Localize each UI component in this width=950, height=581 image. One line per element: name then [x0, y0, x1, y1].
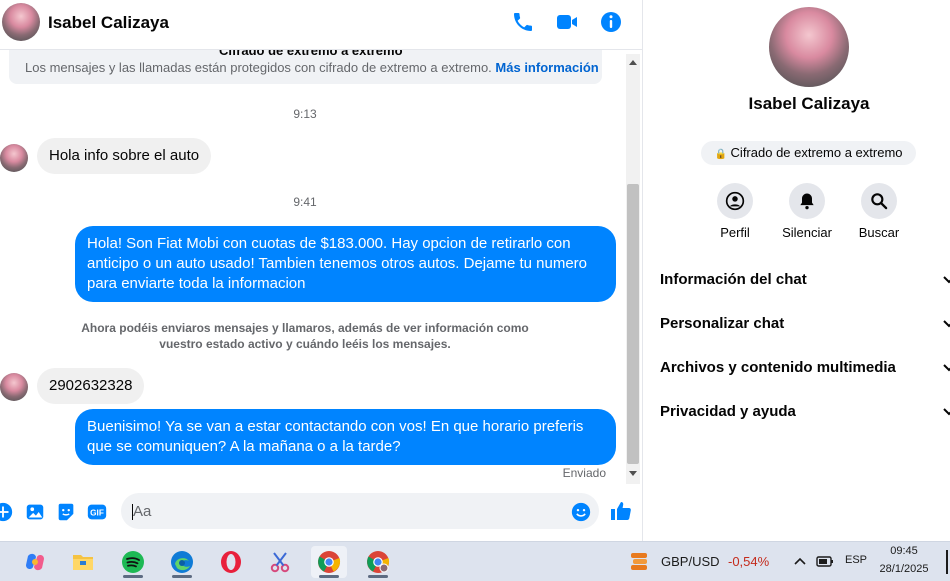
spotify-icon	[122, 551, 144, 573]
bell-icon	[800, 193, 814, 210]
incoming-message[interactable]: Hola info sobre el auto	[37, 138, 212, 174]
section-label: Personalizar chat	[660, 315, 785, 332]
stock-ticker-icon[interactable]	[628, 550, 652, 574]
copilot-icon	[26, 553, 44, 571]
running-indicator	[319, 575, 339, 578]
edge-icon	[171, 551, 193, 573]
scroll-up-arrow[interactable]	[629, 60, 637, 65]
ticker-change[interactable]: -0,54%	[728, 554, 769, 569]
profile-name: Isabel Calizaya	[748, 94, 870, 113]
timestamp: 9:41	[293, 195, 317, 209]
chevron-down-icon	[943, 276, 950, 284]
gif-icon[interactable]: GIF	[86, 501, 108, 523]
video-call-icon[interactable]	[555, 10, 579, 34]
battery-plugged-icon[interactable]	[816, 554, 834, 568]
copilot-app[interactable]	[17, 546, 53, 578]
encryption-badge: 🔒 Cifrado de extremo a extremo	[701, 141, 916, 165]
contact-avatar[interactable]	[2, 3, 40, 41]
section-chat-info[interactable]: Información del chat	[660, 260, 950, 300]
chevron-down-icon	[943, 364, 950, 372]
encryption-notice-text: Los mensajes y las llamadas están proteg…	[25, 60, 492, 75]
chevron-up-icon[interactable]	[794, 556, 806, 566]
text-cursor	[132, 504, 133, 520]
sent-status: Enviado	[562, 466, 606, 480]
chrome-app-active[interactable]	[311, 546, 347, 578]
image-icon[interactable]	[24, 501, 46, 523]
app-window: Isabel Calizaya Cifrado de extremo a ext…	[0, 0, 950, 581]
running-indicator	[172, 575, 192, 578]
chrome-icon	[318, 551, 341, 573]
mute-action[interactable]: Silenciar	[772, 183, 842, 240]
clock-date[interactable]: 28/1/2025	[874, 563, 934, 575]
chat-panel: Isabel Calizaya Cifrado de extremo a ext…	[0, 0, 643, 541]
scroll-down-arrow[interactable]	[629, 471, 637, 476]
running-indicator	[123, 575, 143, 578]
opera-app[interactable]	[213, 546, 249, 578]
ticker-symbol[interactable]: GBP/USD	[661, 554, 720, 569]
chrome-icon	[367, 551, 390, 573]
section-label: Información del chat	[660, 271, 807, 288]
chevron-down-icon	[943, 320, 950, 328]
phone-icon[interactable]	[511, 10, 535, 34]
search-action[interactable]: Buscar	[844, 183, 914, 240]
mute-action-label: Silenciar	[782, 225, 832, 240]
lock-icon: 🔒	[714, 149, 727, 160]
chevron-down-icon	[943, 408, 950, 416]
section-label: Privacidad y ayuda	[660, 403, 796, 420]
conversation-info-panel: Isabel Calizaya 🔒 Cifrado de extremo a e…	[644, 0, 950, 541]
encryption-title: Cifrado de extremo a extremo	[219, 50, 403, 58]
folder-icon	[73, 555, 93, 570]
edge-app[interactable]	[164, 546, 200, 578]
search-action-label: Buscar	[858, 225, 900, 240]
composer: GIF	[0, 485, 642, 541]
profile-avatar[interactable]	[769, 7, 849, 87]
chrome-profile-app[interactable]	[360, 546, 396, 578]
message-input[interactable]	[121, 493, 599, 529]
input-language[interactable]: ESP	[845, 554, 867, 566]
scissors-icon	[270, 552, 290, 573]
system-message: Ahora podéis enviaros mensajes y llamaro…	[81, 321, 529, 351]
outgoing-message[interactable]: Buenisimo! Ya se van a estar contactando…	[75, 409, 616, 465]
sender-avatar[interactable]	[0, 144, 28, 172]
encryption-badge-label: Cifrado de extremo a extremo	[730, 145, 903, 160]
spotify-app[interactable]	[115, 546, 151, 578]
running-indicator	[368, 575, 388, 578]
sender-avatar[interactable]	[0, 373, 28, 401]
encryption-notice: Cifrado de extremo a extremo Los mensaje…	[9, 50, 602, 84]
user-icon	[725, 191, 745, 211]
sticker-icon[interactable]	[55, 501, 77, 523]
file-explorer-app[interactable]	[65, 546, 101, 578]
timestamp: 9:13	[293, 107, 317, 121]
scrollbar[interactable]	[626, 54, 640, 484]
opera-icon	[221, 551, 241, 573]
profile-action-label: Perfil	[720, 225, 750, 240]
search-icon	[871, 193, 888, 210]
like-icon[interactable]	[609, 499, 633, 523]
snipping-tool-app[interactable]	[263, 546, 299, 578]
scrollbar-thumb[interactable]	[627, 184, 639, 464]
show-desktop-edge[interactable]	[946, 550, 948, 574]
message-list[interactable]: Cifrado de extremo a extremo Los mensaje…	[0, 50, 626, 485]
more-info-link[interactable]: Más información	[495, 60, 598, 75]
incoming-message[interactable]: 2902632328	[37, 368, 145, 404]
info-icon[interactable]	[599, 10, 623, 34]
plus-icon[interactable]	[0, 501, 14, 523]
svg-text:GIF: GIF	[90, 509, 104, 518]
section-media-files[interactable]: Archivos y contenido multimedia	[660, 348, 950, 388]
emoji-icon[interactable]	[570, 501, 592, 523]
section-privacy-support[interactable]: Privacidad y ayuda	[660, 392, 950, 432]
profile-action[interactable]: Perfil	[700, 183, 770, 240]
contact-name[interactable]: Isabel Calizaya	[48, 13, 169, 33]
chat-header: Isabel Calizaya	[0, 0, 642, 50]
clock-time[interactable]: 09:45	[880, 545, 928, 557]
outgoing-message[interactable]: Hola! Son Fiat Mobi con cuotas de $183.0…	[75, 226, 616, 302]
section-label: Archivos y contenido multimedia	[660, 359, 896, 376]
taskbar: GBP/USD -0,54% ESP 09:45 28/1/2025	[0, 541, 950, 581]
section-customize-chat[interactable]: Personalizar chat	[660, 304, 950, 344]
